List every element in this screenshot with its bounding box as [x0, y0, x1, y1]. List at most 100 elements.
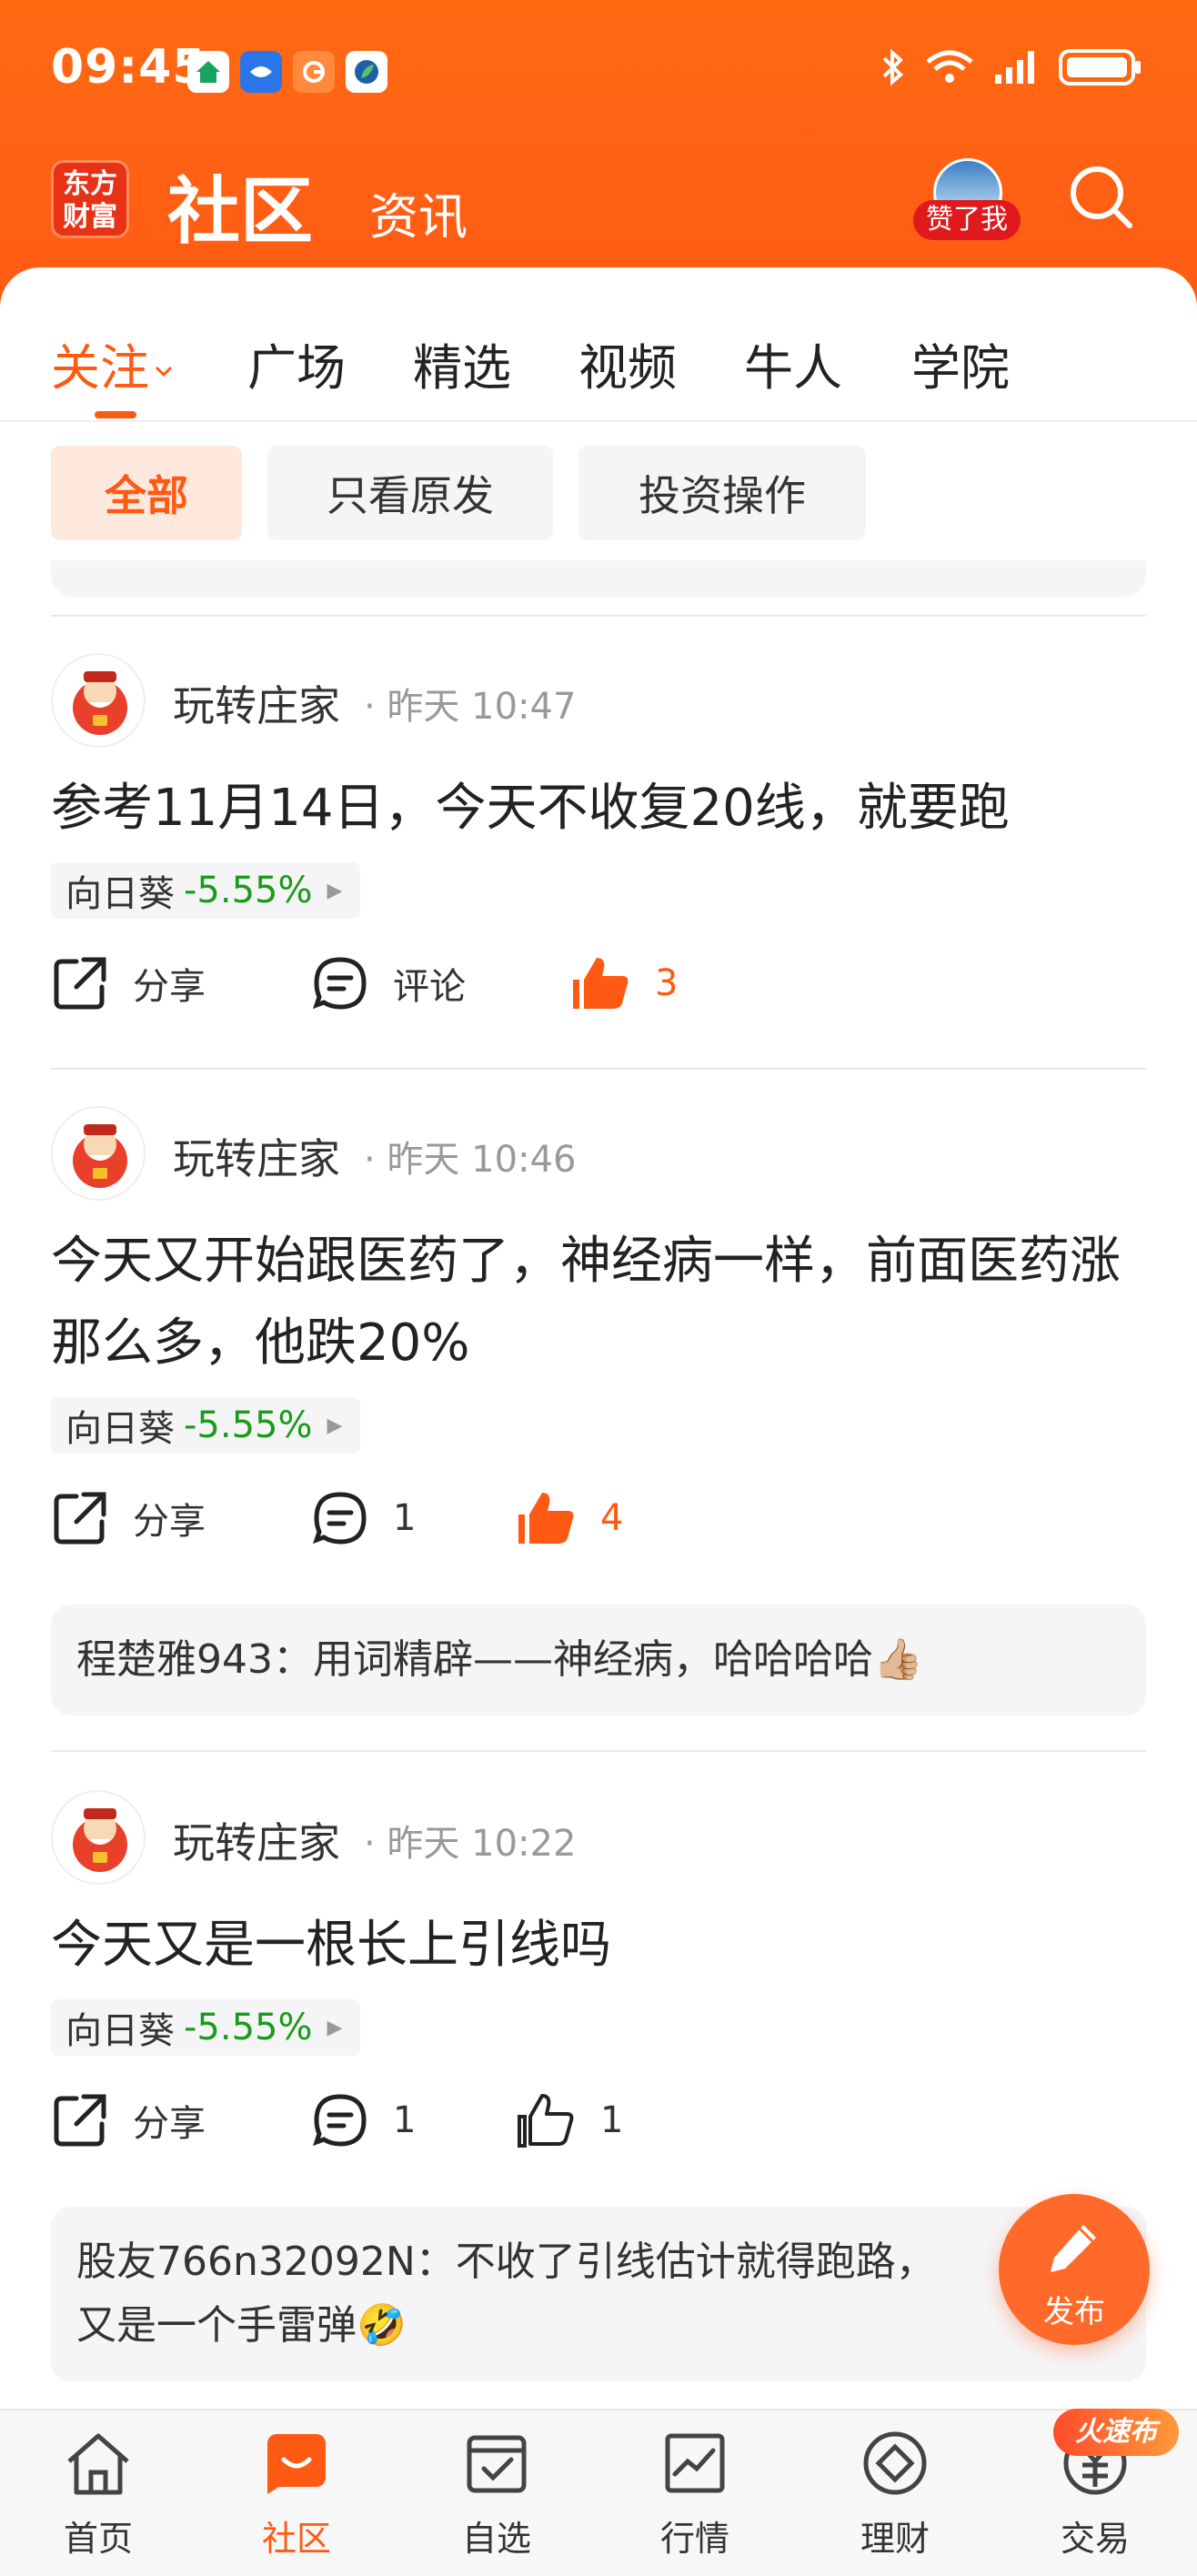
filter-original-only[interactable]: 只看原发 [267, 446, 553, 540]
divider [51, 1750, 1146, 1752]
filter-panel-edge [51, 560, 1146, 597]
author-name[interactable]: 玩转庄家 [173, 1810, 340, 1870]
stock-name: 向日葵 [65, 873, 175, 915]
logo-line-1: 东方 [63, 168, 117, 200]
filter-chips: 全部 只看原发 投资操作 [51, 446, 866, 540]
nav-community[interactable]: 社区 [224, 2429, 369, 2561]
post-header: 玩转庄家 · 昨天 10:46 [51, 1106, 1146, 1206]
nav-wealth-label: 理财 [860, 2519, 930, 2559]
liked-me-badge[interactable]: 赞了我 [913, 200, 1021, 240]
comment-button[interactable]: 1 [311, 2088, 416, 2152]
post-content[interactable]: 今天又是一根长上引线吗 [51, 1905, 1146, 1987]
promo-badge[interactable]: 火速布 [1053, 2409, 1179, 2456]
community-icon [267, 2434, 326, 2494]
commenter-name[interactable]: 程楚雅943 [76, 1636, 273, 1683]
author-name[interactable]: 玩转庄家 [173, 1126, 340, 1186]
app-bar: 东方 财富 社区 资讯 赞了我 [0, 146, 1197, 264]
header-background: 09:45 东方 财富 社区 资讯 赞了我 [0, 0, 1197, 309]
tab-featured[interactable]: 精选 [413, 327, 511, 399]
share-label: 分享 [133, 966, 206, 1008]
post-time: · 昨天 10:47 [364, 686, 577, 728]
post-content[interactable]: 参考11月14日，今天不收复20线，就要跑 [51, 768, 1146, 850]
caret-right-icon: ▶ [327, 2016, 343, 2039]
post-time: · 昨天 10:46 [364, 1139, 577, 1181]
share-icon [54, 957, 106, 1010]
stock-tag[interactable]: 向日葵 -5.55% ▶ [51, 862, 361, 919]
comment-preview[interactable]: 股友766n32092N：不收了引线估计就得跑路，又是一个手雷弹🤣 [51, 2207, 1146, 2381]
like-button[interactable]: 1 [517, 2088, 623, 2152]
filter-investment-ops[interactable]: 投资操作 [578, 446, 866, 540]
comment-preview[interactable]: 程楚雅943：用词精辟——神经病，哈哈哈哈👍🏼 [51, 1605, 1146, 1716]
nav-home-label: 首页 [63, 2519, 133, 2559]
comment-count: 1 [393, 1497, 417, 1539]
battery-icon [1059, 49, 1141, 86]
like-button[interactable]: 3 [571, 951, 678, 1015]
eastmoney-logo[interactable]: 东方 财富 [51, 160, 129, 238]
comment-button[interactable]: 1 [311, 1486, 416, 1550]
stock-tag[interactable]: 向日葵 -5.55% ▶ [51, 1999, 361, 2056]
nav-watchlist[interactable]: 自选 [424, 2429, 569, 2561]
fortune-god-avatar-icon [73, 1124, 127, 1188]
fish-app-icon [240, 51, 282, 93]
share-button[interactable]: 分享 [51, 1486, 206, 1550]
commenter-name[interactable]: 股友766n32092N [76, 2239, 416, 2285]
market-icon [665, 2433, 725, 2493]
divider [51, 615, 1146, 617]
nav-market[interactable]: 行情 [622, 2429, 768, 2561]
bottom-nav: 首页 社区 自选 行情 理财 交易 [0, 2409, 1197, 2576]
news-tab-link[interactable]: 资讯 [369, 176, 468, 248]
share-icon [54, 2094, 106, 2147]
comment-icon [312, 957, 367, 1010]
post-card[interactable]: 玩转庄家 · 昨天 10:22 今天又是一根长上引线吗 向日葵 -5.55% ▶… [51, 1790, 1146, 2381]
tab-academy[interactable]: 学院 [911, 327, 1010, 399]
comment-button[interactable]: 评论 [311, 951, 466, 1015]
filter-all[interactable]: 全部 [51, 446, 242, 540]
nav-wealth[interactable]: 理财 [822, 2429, 968, 2561]
status-right [879, 47, 1142, 87]
divider [51, 1068, 1146, 1070]
comment-icon [312, 1492, 367, 1545]
post-content[interactable]: 今天又开始跟医药了，神经病一样，前面医药涨那么多，他跌20% [51, 1221, 1146, 1384]
tab-following[interactable]: 关注 [51, 327, 175, 399]
logo-line-2: 财富 [63, 201, 117, 233]
watchlist-icon [467, 2435, 527, 2493]
tab-following-label: 关注 [51, 339, 149, 397]
post-card[interactable]: 玩转庄家 · 昨天 10:46 今天又开始跟医药了，神经病一样，前面医药涨那么多… [51, 1106, 1146, 1716]
publish-fab[interactable]: 发布 [999, 2194, 1150, 2345]
stock-name: 向日葵 [65, 1408, 175, 1450]
share-label: 分享 [133, 1501, 206, 1543]
publish-label: 发布 [1043, 2294, 1105, 2330]
page-title: 社区 [167, 169, 313, 254]
wifi-icon [926, 50, 973, 83]
active-tab-indicator [95, 411, 136, 418]
thumbs-up-outline-icon [518, 2094, 574, 2148]
status-time: 09:45 [51, 40, 206, 95]
thumbs-up-filled-icon [518, 1493, 574, 1544]
nav-community-label: 社区 [261, 2519, 331, 2559]
tab-bar: 关注 广场 精选 视频 牛人 学院 [0, 267, 1197, 422]
like-button[interactable]: 4 [517, 1486, 623, 1550]
search-icon[interactable] [1064, 160, 1137, 233]
nav-home[interactable]: 首页 [25, 2429, 171, 2561]
author-name[interactable]: 玩转庄家 [173, 673, 340, 733]
author-avatar[interactable] [51, 653, 146, 748]
author-avatar[interactable] [51, 1106, 146, 1201]
tab-video[interactable]: 视频 [578, 327, 677, 399]
thumbs-up-filled-icon [573, 958, 629, 1009]
signal-icon [995, 51, 1034, 84]
share-button[interactable]: 分享 [51, 2088, 206, 2152]
status-app-icons [187, 51, 387, 93]
tab-experts[interactable]: 牛人 [744, 327, 842, 399]
fortune-god-avatar-icon [73, 671, 127, 735]
comment-icon [312, 2094, 367, 2147]
post-time: · 昨天 10:22 [364, 1823, 577, 1865]
stock-tag[interactable]: 向日葵 -5.55% ▶ [51, 1397, 361, 1454]
post-actions: 分享 1 4 [51, 1486, 1146, 1586]
post-card[interactable]: 玩转庄家 · 昨天 10:47 参考11月14日，今天不收复20线，就要跑 向日… [51, 653, 1146, 1052]
caret-right-icon: ▶ [327, 879, 343, 902]
tab-plaza[interactable]: 广场 [247, 327, 346, 399]
share-button[interactable]: 分享 [51, 951, 206, 1015]
author-avatar[interactable] [51, 1790, 146, 1885]
post-header: 玩转庄家 · 昨天 10:47 [51, 653, 1146, 753]
comment-label: 评论 [393, 966, 466, 1008]
